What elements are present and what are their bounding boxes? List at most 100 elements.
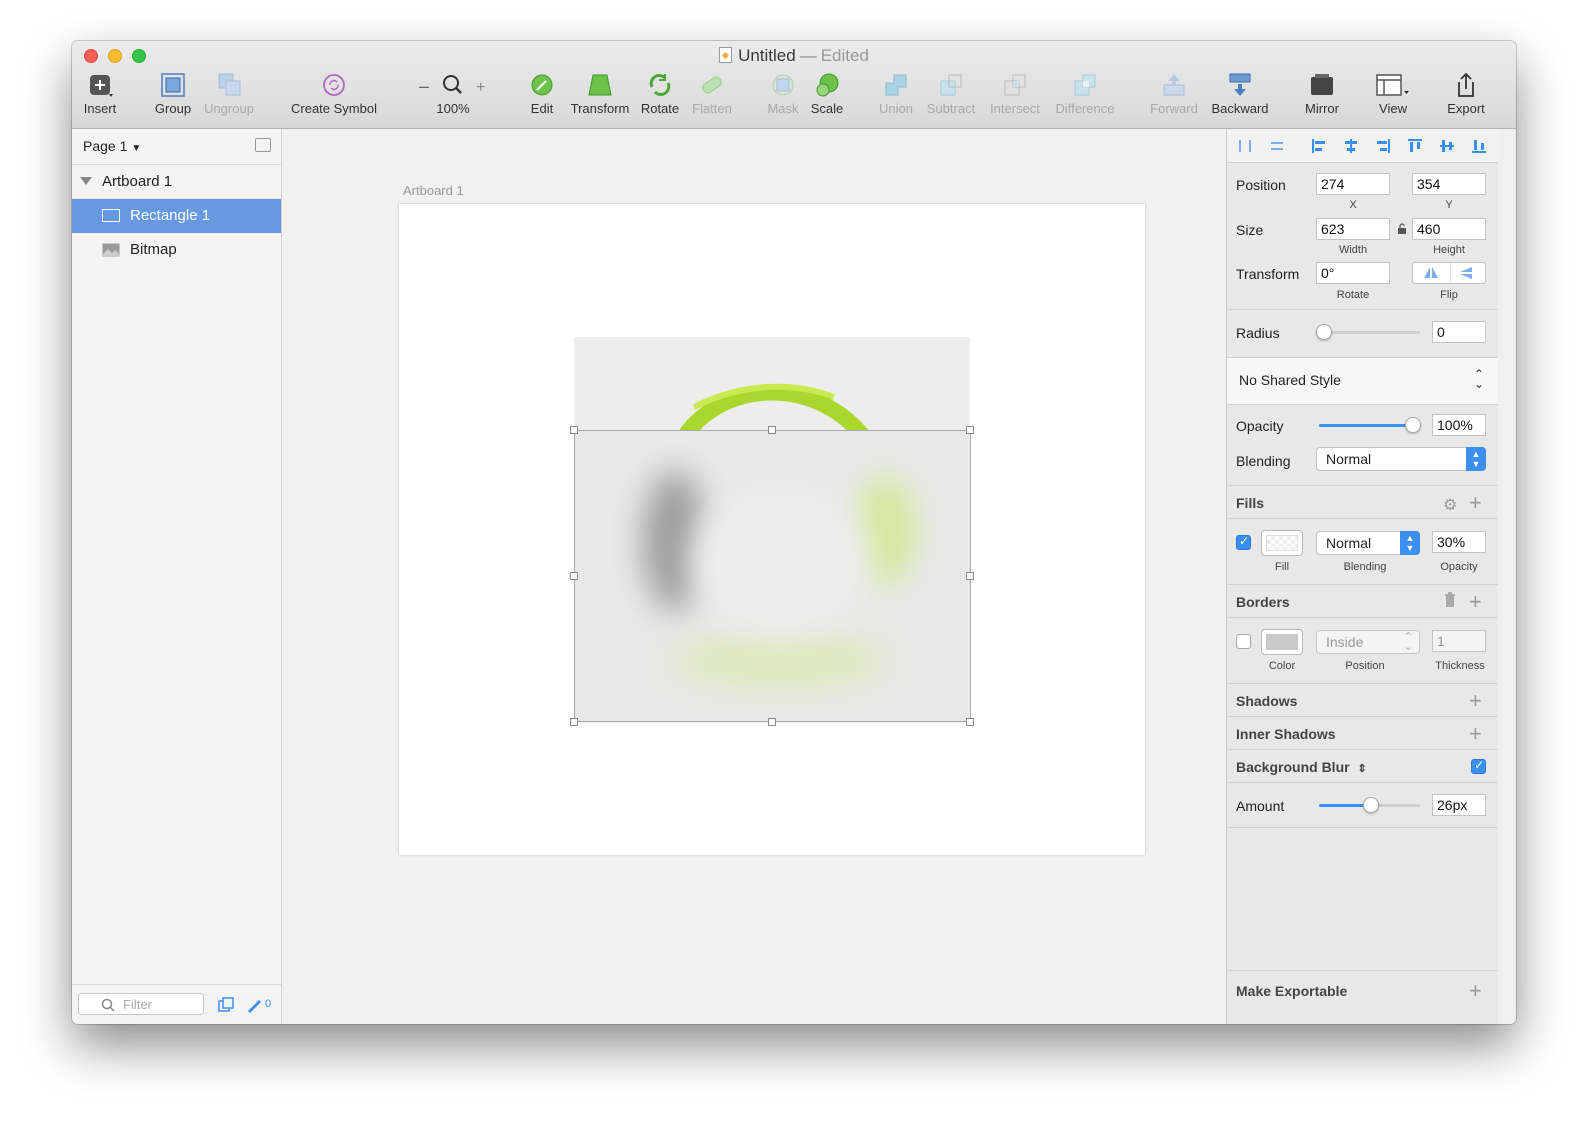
symbols-filter-icon[interactable] <box>218 997 234 1016</box>
view-icon <box>1375 71 1411 99</box>
add-border-icon[interactable]: + <box>1469 591 1482 613</box>
trash-icon[interactable] <box>1444 592 1456 611</box>
align-center-horizontal-icon[interactable] <box>1343 138 1359 154</box>
artboard[interactable] <box>399 204 1145 855</box>
add-export-icon[interactable]: + <box>1469 980 1482 1002</box>
canvas[interactable]: Artboard 1 <box>282 129 1226 1024</box>
blurred-watch-image <box>643 471 915 689</box>
align-middle-vertical-icon[interactable] <box>1439 138 1455 154</box>
resize-handle-bottom-right[interactable] <box>966 718 974 726</box>
flip-control <box>1412 262 1486 284</box>
align-bottom-icon[interactable] <box>1471 138 1487 154</box>
fill-blending-select[interactable]: Normal ▲ ▼ <box>1316 531 1420 555</box>
add-shadow-icon[interactable]: + <box>1469 690 1482 712</box>
shared-style-selector[interactable]: No Shared Style ⌃ ⌄ <box>1227 357 1498 405</box>
blur-amount-field[interactable]: 26px <box>1432 794 1486 816</box>
fill-color-swatch[interactable] <box>1261 530 1303 556</box>
layer-artboard-1[interactable]: Artboard 1 <box>72 165 281 199</box>
view-button[interactable]: View <box>1372 71 1414 116</box>
artboard-label[interactable]: Artboard 1 <box>403 183 464 198</box>
subtract-button[interactable]: Subtract <box>922 71 980 116</box>
flip-vertical-icon[interactable] <box>1459 266 1475 283</box>
radius-slider[interactable] <box>1319 331 1420 334</box>
background-blur-selector[interactable]: Background Blur ⇕ <box>1236 759 1367 775</box>
layer-rectangle-1[interactable]: Rectangle 1 <box>72 199 281 233</box>
zoom-control[interactable]: – + 100% <box>416 71 490 116</box>
resize-handle-top-left[interactable] <box>570 426 578 434</box>
rectangle-1-selected[interactable] <box>574 430 971 722</box>
gear-icon[interactable]: ⚙ <box>1443 495 1457 515</box>
position-x-field[interactable]: 274 <box>1316 173 1390 195</box>
page-selector[interactable]: Page 1 ▼ <box>72 129 281 165</box>
blur-amount-slider-knob[interactable] <box>1363 797 1379 813</box>
backward-button[interactable]: Backward <box>1208 71 1272 116</box>
background-blur-checkbox[interactable] <box>1471 758 1486 774</box>
transform-button[interactable]: Transform <box>568 71 632 116</box>
difference-button[interactable]: Difference <box>1050 71 1120 116</box>
align-top-icon[interactable] <box>1407 138 1423 154</box>
resize-handle-left[interactable] <box>570 572 578 580</box>
radius-slider-knob[interactable] <box>1316 324 1332 340</box>
create-symbol-button[interactable]: Create Symbol <box>286 71 382 116</box>
add-fill-icon[interactable]: + <box>1469 492 1482 514</box>
rotate-button[interactable]: Rotate <box>638 71 682 116</box>
group-button[interactable]: Group <box>152 71 194 116</box>
mirror-button[interactable]: Mirror <box>1302 71 1342 116</box>
zoom-in-button[interactable]: + <box>476 79 485 96</box>
search-icon <box>101 998 115 1015</box>
zoom-out-button[interactable]: – <box>419 76 429 96</box>
resize-handle-top-right[interactable] <box>966 426 974 434</box>
disclosure-triangle-icon[interactable] <box>80 177 92 185</box>
intersect-button[interactable]: Intersect <box>986 71 1044 116</box>
align-right-icon[interactable] <box>1375 138 1391 154</box>
resize-handle-top[interactable] <box>768 426 776 434</box>
border-color-swatch[interactable] <box>1261 629 1303 655</box>
scale-button[interactable]: Scale <box>808 71 846 116</box>
rectangle-icon <box>102 209 120 222</box>
border-enabled-checkbox[interactable] <box>1236 634 1251 649</box>
distribute-horizontal-icon[interactable] <box>1237 138 1253 154</box>
flip-horizontal-icon[interactable] <box>1423 266 1439 283</box>
insert-button[interactable]: Insert <box>80 71 120 116</box>
distribute-vertical-icon[interactable] <box>1269 138 1285 154</box>
fill-enabled-checkbox[interactable] <box>1236 534 1251 550</box>
opacity-slider[interactable] <box>1319 424 1413 427</box>
window-title: Untitled — Edited <box>72 46 1516 66</box>
flatten-button[interactable]: Flatten <box>688 71 736 116</box>
rotate-field[interactable]: 0° <box>1316 262 1390 284</box>
borders-section-title: Borders <box>1236 594 1290 610</box>
blending-select[interactable]: Normal ▲ ▼ <box>1316 447 1486 471</box>
opacity-slider-knob[interactable] <box>1405 417 1421 433</box>
ungroup-button[interactable]: Ungroup <box>200 71 258 116</box>
resize-handle-bottom[interactable] <box>768 718 776 726</box>
align-left-icon[interactable] <box>1311 138 1327 154</box>
edit-button[interactable]: Edit <box>526 71 558 116</box>
layers-sidebar: Page 1 ▼ Artboard 1 Rectangle 1 Bitmap Fi… <box>72 129 282 1024</box>
lock-ratio-icon[interactable] <box>1397 222 1407 238</box>
filter-input[interactable]: Filter <box>78 993 204 1015</box>
collapse-pages-icon[interactable] <box>255 138 271 152</box>
forward-button[interactable]: Forward <box>1148 71 1200 116</box>
resize-handle-bottom-left[interactable] <box>570 718 578 726</box>
fill-blending-label: Blending <box>1343 561 1387 573</box>
slice-filter-icon[interactable] <box>246 997 262 1016</box>
mask-button[interactable]: Mask <box>764 71 802 116</box>
export-button[interactable]: Export <box>1444 71 1488 116</box>
border-thickness-field[interactable]: 1 <box>1432 630 1486 652</box>
opacity-label: Opacity <box>1236 418 1284 434</box>
width-field[interactable]: 623 <box>1316 218 1390 240</box>
fill-opacity-field[interactable]: 30% <box>1432 531 1486 553</box>
flip-label: Flip <box>1440 289 1458 301</box>
position-y-field[interactable]: 354 <box>1412 173 1486 195</box>
union-button[interactable]: Union <box>874 71 918 116</box>
resize-handle-right[interactable] <box>966 572 974 580</box>
border-position-select[interactable]: Inside ⌃ ⌄ <box>1316 630 1420 654</box>
opacity-field[interactable]: 100% <box>1432 414 1486 436</box>
add-inner-shadow-icon[interactable]: + <box>1469 723 1482 745</box>
chevron-updown-icon: ⌃ ⌄ <box>1403 631 1413 653</box>
layer-bitmap[interactable]: Bitmap <box>72 233 281 267</box>
transform-icon <box>586 71 614 99</box>
height-field[interactable]: 460 <box>1412 218 1486 240</box>
size-label: Size <box>1236 222 1264 238</box>
radius-field[interactable]: 0 <box>1432 321 1486 343</box>
